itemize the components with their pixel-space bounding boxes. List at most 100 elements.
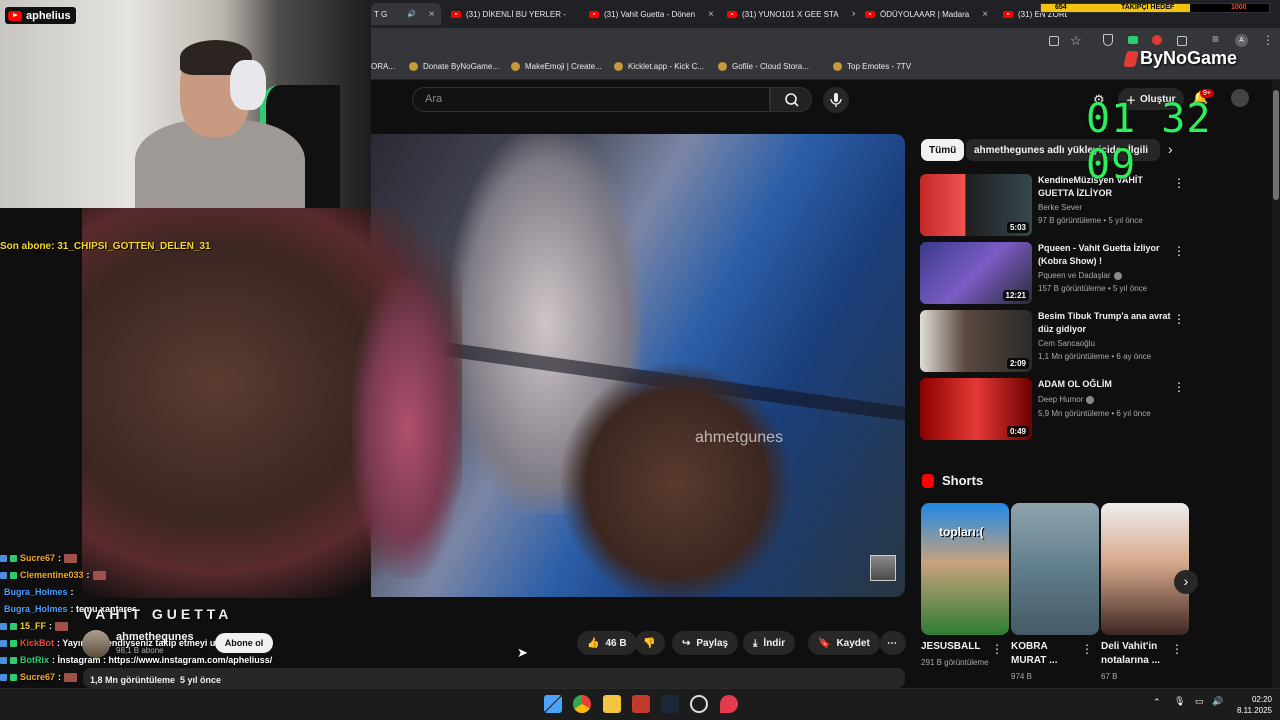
channel-watermark-thumb[interactable] <box>870 555 896 581</box>
recommendation-title[interactable]: Besim Tibuk Trump'a ana avrat düz gidiyo… <box>1038 310 1178 336</box>
channel-name[interactable]: ahmethegunes <box>116 631 194 643</box>
filter-chip[interactable]: Tümü <box>921 139 965 161</box>
close-icon[interactable]: × <box>982 9 988 20</box>
profile-avatar-icon[interactable]: A <box>1235 34 1248 47</box>
chat-username[interactable]: BotRix <box>20 655 49 665</box>
dislike-button[interactable]: 👎 <box>635 631 665 655</box>
browser-tab[interactable]: (31) Vahit Guetta - Dönen × <box>583 3 717 25</box>
download-button[interactable]: ⤓ İndir <box>743 631 796 655</box>
chat-username[interactable]: KickBot <box>20 638 54 648</box>
chat-username[interactable]: Bugra_Holmes <box>4 604 68 614</box>
shield-extension-icon[interactable] <box>1103 34 1113 46</box>
bynogame-mark-icon <box>1123 50 1139 67</box>
tray-chevron-icon[interactable]: ⌃ <box>1153 697 1161 708</box>
shorts-heading: Shorts <box>942 473 984 488</box>
recommendation-thumbnail[interactable]: 0:49 <box>920 378 1032 440</box>
page-scrollbar[interactable] <box>1272 80 1280 688</box>
tab-label: (31) DİKENLİ BU YERLER - <box>466 9 566 19</box>
recommendation-thumbnail[interactable]: 5:03 <box>920 174 1032 236</box>
bookmark-star-icon[interactable]: ☆ <box>1070 33 1082 49</box>
speaker-icon[interactable]: 🔊 <box>407 10 416 18</box>
more-vertical-icon[interactable]: ⋮ <box>1173 380 1185 394</box>
short-thumbnail[interactable]: topları:( <box>921 503 1009 635</box>
short-title[interactable]: Deli Vahit'in notalarına ... <box>1101 640 1163 668</box>
recommendation-channel[interactable]: Berke Sever <box>1038 203 1082 212</box>
chat-username[interactable]: Sucre67 <box>20 553 55 563</box>
like-button[interactable]: 👍 46 B <box>577 631 637 655</box>
recommendation-title[interactable]: Pqueen - Vahit Guetta İzliyor (Kobra Sho… <box>1038 242 1178 268</box>
close-icon[interactable]: × <box>852 9 855 20</box>
extensions-puzzle-icon[interactable] <box>1177 36 1187 46</box>
windows-start-icon[interactable] <box>544 695 562 713</box>
channel-tag-name: aphelius <box>26 9 71 22</box>
shorts-next-icon[interactable]: › <box>1174 570 1198 594</box>
chat-username[interactable]: 15_FF <box>20 621 46 631</box>
extension-red-icon[interactable] <box>1152 35 1162 45</box>
close-icon[interactable]: × <box>708 9 714 20</box>
install-icon[interactable] <box>1049 36 1059 46</box>
browser-tab[interactable]: ÖDÜYOLAAAR | Madara × <box>859 3 993 25</box>
scrollbar-thumb[interactable] <box>1273 90 1279 200</box>
channel-label: Berke Sever <box>1038 203 1083 212</box>
recommendation-channel[interactable]: Pqueen ve Dadaşlar <box>1038 271 1122 280</box>
channel-avatar[interactable] <box>82 630 110 658</box>
tray-volume-icon[interactable]: 🔊 <box>1212 696 1223 707</box>
tray-network-icon[interactable]: ▭ <box>1195 696 1204 707</box>
bookmark-item[interactable]: Gofile - Cloud Stora... <box>718 62 809 71</box>
voice-search-button[interactable] <box>823 87 849 113</box>
subscribe-button[interactable]: Abone ol <box>215 633 273 653</box>
more-vertical-icon[interactable]: ⋮ <box>1081 642 1093 656</box>
chat-text: : <box>58 672 62 682</box>
chat-badge-icon <box>10 622 17 630</box>
chat-username[interactable]: Bugra_Holmes <box>4 587 68 597</box>
short-title[interactable]: KOBRA MURAT ... <box>1011 640 1073 668</box>
chat-message: Clementine033: <box>0 570 106 580</box>
like-count: 46 B <box>605 637 627 649</box>
short-thumbnail[interactable] <box>1011 503 1099 635</box>
bookmark-item[interactable]: Donate ByNoGame... <box>409 62 499 71</box>
chrome-menu-icon[interactable]: ⋮ <box>1262 33 1274 47</box>
map-pin-app-icon[interactable] <box>720 695 738 713</box>
short-title[interactable]: JESUSBALL <box>921 640 991 654</box>
browser-tab[interactable]: (31) YUNO101 X GEE STA × <box>721 3 855 25</box>
recommendation-channel[interactable]: Cem Sancaoğlu <box>1038 339 1095 348</box>
close-icon[interactable]: × <box>429 9 435 20</box>
media-control-icon[interactable]: ≡ <box>1212 32 1219 46</box>
more-vertical-icon[interactable]: ⋮ <box>1173 312 1185 326</box>
chat-username[interactable]: Sucre67 <box>20 672 55 682</box>
bookmark-item[interactable]: ORA... <box>371 62 395 71</box>
save-button[interactable]: 🔖 Kaydet <box>808 631 880 655</box>
recommendation-thumbnail[interactable]: 2:09 <box>920 310 1032 372</box>
bookmark-item[interactable]: Kicklet.app - Kick C... <box>614 62 704 71</box>
browser-tab[interactable]: (31) DİKENLİ BU YERLER -× <box>445 3 579 25</box>
share-button[interactable]: ↪ Paylaş <box>672 631 739 655</box>
extension-green-icon[interactable] <box>1128 36 1138 44</box>
chat-username[interactable]: Clementine033 <box>20 570 84 580</box>
recommendation-channel[interactable]: Deep Humor <box>1038 395 1095 404</box>
bookmark-item[interactable]: MakeEmoji | Create... <box>511 62 602 71</box>
steam-icon[interactable] <box>661 695 679 713</box>
recommendation-item[interactable]: 2:09 Besim Tibuk Trump'a ana avrat düz gi… <box>920 310 1190 372</box>
browser-tab[interactable]: 🔊 T G × <box>371 3 441 25</box>
recommendation-title[interactable]: ADAM OL OĞLİM <box>1038 378 1178 391</box>
taskbar-clock[interactable]: 02:20 8.11.2025 <box>1232 694 1272 716</box>
short-thumbnail[interactable] <box>1101 503 1189 635</box>
more-actions-button[interactable]: ⋯ <box>880 631 906 655</box>
more-vertical-icon[interactable]: ⋮ <box>991 642 1003 656</box>
recommendation-thumbnail[interactable]: 12:21 <box>920 242 1032 304</box>
app-red-icon[interactable] <box>632 695 650 713</box>
search-button[interactable] <box>770 87 812 112</box>
recommendation-item[interactable]: 12:21 Pqueen - Vahit Guetta İzliyor (Kobr… <box>920 242 1190 304</box>
search-input[interactable]: Ara <box>412 87 770 112</box>
chat-message: 15_FF: <box>0 621 69 631</box>
obs-icon[interactable] <box>690 695 708 713</box>
recommendation-item[interactable]: 0:49 ADAM OL OĞLİM Deep Humor 5,9 Mn görünt… <box>920 378 1190 440</box>
bookmark-item[interactable]: Top Emotes - 7TV <box>833 62 911 71</box>
chrome-taskbar-icon[interactable] <box>573 695 591 713</box>
file-explorer-icon[interactable] <box>603 695 621 713</box>
tray-mic-icon[interactable]: 🎙 <box>1174 696 1185 707</box>
bookmark-favicon-icon <box>409 62 418 71</box>
more-vertical-icon[interactable]: ⋮ <box>1173 244 1185 258</box>
more-vertical-icon[interactable]: ⋮ <box>1171 642 1183 656</box>
channel-subs: 98,1 B abone <box>116 646 164 655</box>
